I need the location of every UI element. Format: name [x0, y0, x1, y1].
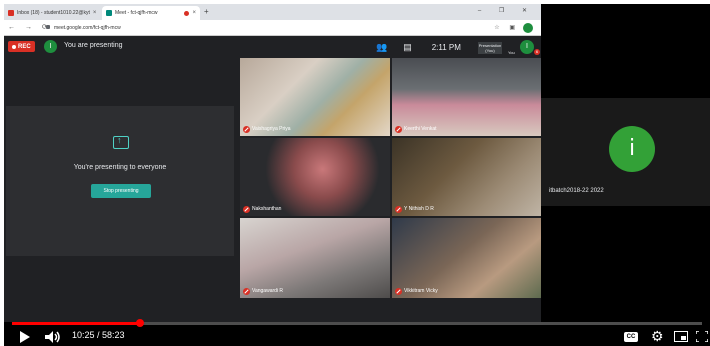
mic-off-icon: [243, 206, 250, 213]
extension-icons[interactable]: ☆ ▣: [494, 24, 519, 31]
you-label: You: [508, 50, 515, 55]
clock-time: 2:11 PM: [431, 42, 461, 52]
scrubber-handle[interactable]: [135, 319, 144, 327]
mic-off-icon: [395, 288, 402, 295]
tab-label: Meet - fct-qjfh-mcw: [115, 10, 158, 16]
meet-icon: [106, 10, 112, 16]
recording-icon: [184, 10, 190, 16]
timecode: 10:25 / 58:23: [72, 330, 125, 340]
participant-name: Y Nithish D R: [404, 206, 434, 212]
volume-icon[interactable]: [44, 330, 62, 344]
browser-window: Inbox (18) - student1010.22@kyt × Meet -…: [4, 4, 542, 322]
people-icon[interactable]: 👥: [376, 42, 387, 53]
you-avatar[interactable]: I: [520, 40, 534, 54]
participant-name: Vaishagriya Priya: [252, 126, 291, 132]
side-panel: i itbatch2018-22 2022: [541, 4, 710, 322]
participant-tile[interactable]: Vikkitram Vicky: [392, 218, 542, 298]
gmail-icon: [8, 10, 14, 16]
profile-avatar[interactable]: [523, 23, 533, 33]
notification-badge: 6: [534, 49, 540, 55]
tab-label: Inbox (18) - student1010.22@kyt: [17, 10, 90, 16]
url-field[interactable]: meet.google.com/fct-qjfh-mcw: [46, 23, 486, 33]
presenting-panel: You're presenting to everyone Stop prese…: [6, 106, 234, 256]
gear-icon[interactable]: ⚙: [651, 328, 664, 344]
side-participant-tile[interactable]: i itbatch2018-22 2022: [541, 98, 710, 206]
close-icon[interactable]: ×: [93, 10, 97, 16]
url-text: meet.google.com/fct-qjfh-mcw: [54, 25, 121, 31]
participant-tile[interactable]: Keerthi Venkat: [392, 58, 542, 136]
play-icon[interactable]: [20, 331, 30, 343]
presenting-message: You're presenting to everyone: [73, 164, 167, 171]
close-icon[interactable]: ×: [192, 10, 196, 16]
tab-inbox[interactable]: Inbox (18) - student1010.22@kyt ×: [4, 6, 102, 20]
presentation-chip[interactable]: Presentation (You): [478, 42, 502, 54]
top-controls: 👥 ▤ 2:11 PM: [376, 40, 461, 54]
mic-off-icon: [243, 126, 250, 133]
participant-name: Vikkitram Vicky: [404, 288, 438, 294]
participant-tile[interactable]: Nakshanthan: [240, 138, 390, 216]
self-avatar: I: [44, 40, 57, 53]
participant-name: Vangawardi R: [252, 288, 284, 294]
participant-name: Nakshanthan: [252, 206, 282, 212]
participant-tile[interactable]: Y Nithish D R: [392, 138, 542, 216]
address-bar: ← → ⟳ meet.google.com/fct-qjfh-mcw ☆ ▣: [4, 20, 541, 36]
participant-avatar: i: [609, 126, 655, 172]
participant-name: Keerthi Venkat: [404, 126, 437, 132]
lock-icon: [46, 25, 50, 29]
theater-mode-icon[interactable]: [674, 331, 688, 342]
mic-off-icon: [395, 126, 402, 133]
window-controls[interactable]: – ❐ ✕: [478, 7, 535, 14]
mic-off-icon: [395, 206, 402, 213]
rec-label: REC: [18, 43, 31, 50]
meeting-area: You're presenting to everyone Stop prese…: [4, 58, 542, 322]
participant-tile[interactable]: Vangawardi R: [240, 218, 390, 298]
fullscreen-icon[interactable]: [696, 331, 708, 342]
presenting-title: You are presenting: [64, 42, 123, 49]
chat-icon[interactable]: ▤: [403, 42, 412, 53]
rec-dot-icon: [12, 44, 16, 49]
progress-bar[interactable]: [12, 319, 702, 327]
video-player[interactable]: Inbox (18) - student1010.22@kyt × Meet -…: [4, 4, 710, 346]
captions-icon[interactable]: CC: [624, 332, 638, 342]
participant-tile[interactable]: Vaishagriya Priya: [240, 58, 390, 136]
meet-top-bar: REC I You are presenting 👥 ▤ 2:11 PM Pre…: [4, 36, 541, 58]
player-controls: 10:25 / 58:23 CC ⚙: [4, 319, 710, 346]
rec-badge: REC: [8, 41, 35, 52]
stop-presenting-button[interactable]: Stop presenting: [91, 184, 151, 198]
participant-name: itbatch2018-22 2022: [549, 188, 604, 194]
mic-off-icon: [243, 288, 250, 295]
present-screen-icon: [113, 135, 129, 149]
progress-fill: [12, 322, 140, 325]
browser-tabbar: Inbox (18) - student1010.22@kyt × Meet -…: [4, 4, 541, 20]
new-tab-icon[interactable]: +: [204, 7, 209, 16]
tab-meet[interactable]: Meet - fct-qjfh-mcw ×: [102, 6, 200, 20]
